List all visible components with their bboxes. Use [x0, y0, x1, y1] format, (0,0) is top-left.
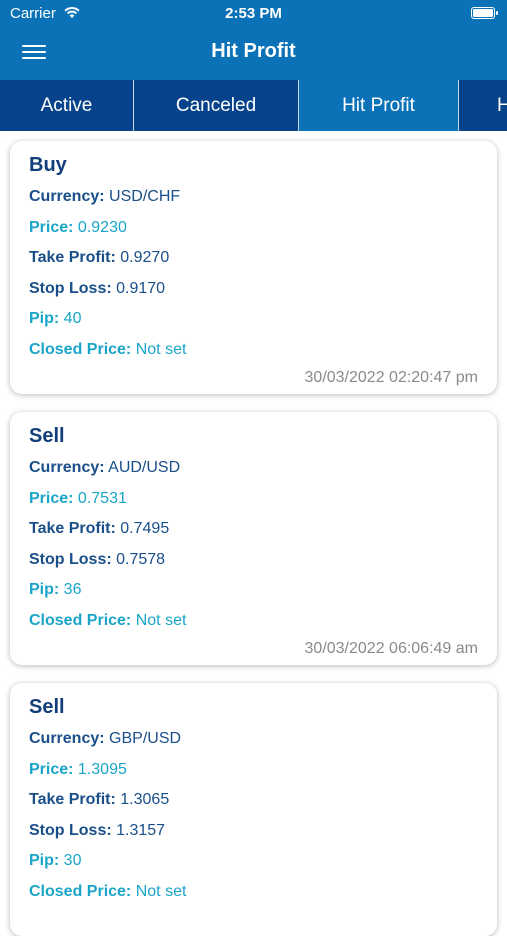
battery-icon: [471, 7, 498, 19]
tab-canceled[interactable]: Canceled: [134, 80, 299, 131]
price-label: Price:: [29, 490, 74, 507]
order-type: Buy: [29, 154, 67, 176]
order-datetime: 30/03/2022 06:06:49 am: [304, 640, 478, 657]
closed-price-value: Not set: [135, 612, 187, 629]
stop-loss-row: Stop Loss: 0.7578: [29, 551, 165, 569]
tab-active[interactable]: Active: [0, 80, 134, 131]
pip-value: 36: [63, 581, 82, 598]
take-profit-row: Take Profit: 1.3065: [29, 791, 169, 809]
stop-loss-value: 1.3157: [116, 822, 166, 839]
currency-value: AUD/USD: [108, 459, 181, 476]
price-value: 1.3095: [77, 761, 127, 778]
stop-loss-label: Stop Loss:: [29, 822, 112, 839]
take-profit-label: Take Profit:: [29, 520, 116, 537]
pip-label: Pip:: [29, 581, 60, 598]
closed-price-row: Closed Price: Not set: [29, 341, 186, 359]
closed-price-value: Not set: [135, 341, 187, 358]
currency-label: Currency:: [29, 730, 105, 747]
price-row: Price: 0.7531: [29, 490, 127, 508]
order-datetime: 30/03/2022 02:20:47 pm: [304, 369, 478, 386]
pip-label: Pip:: [29, 310, 60, 327]
price-row: Price: 1.3095: [29, 761, 127, 779]
price-label: Price:: [29, 761, 74, 778]
take-profit-row: Take Profit: 0.7495: [29, 520, 169, 538]
order-type: Sell: [29, 425, 65, 447]
pip-row: Pip: 30: [29, 852, 81, 870]
pip-row: Pip: 40: [29, 310, 81, 328]
closed-price-value: Not set: [135, 883, 187, 900]
price-label: Price:: [29, 219, 74, 236]
tab-bar: Active Canceled Hit Profit H: [0, 80, 507, 131]
closed-price-row: Closed Price: Not set: [29, 612, 186, 630]
currency-label: Currency:: [29, 188, 105, 205]
take-profit-value: 1.3065: [120, 791, 170, 808]
stop-loss-value: 0.9170: [116, 280, 166, 297]
closed-price-label: Closed Price:: [29, 612, 132, 629]
take-profit-value: 0.7495: [120, 520, 170, 537]
currency-row: Currency: USD/CHF: [29, 188, 180, 206]
stop-loss-label: Stop Loss:: [29, 551, 112, 568]
currency-value: GBP/USD: [109, 730, 182, 747]
order-card[interactable]: Buy Currency: USD/CHF Price: 0.9230 Take…: [10, 141, 497, 394]
currency-value: USD/CHF: [109, 188, 181, 205]
pip-value: 40: [63, 310, 82, 327]
tab-hit-profit[interactable]: Hit Profit: [299, 80, 459, 131]
pip-value: 30: [63, 852, 82, 869]
stop-loss-row: Stop Loss: 0.9170: [29, 280, 165, 298]
stop-loss-row: Stop Loss: 1.3157: [29, 822, 165, 840]
order-type: Sell: [29, 696, 65, 718]
take-profit-label: Take Profit:: [29, 249, 116, 266]
order-card[interactable]: Sell Currency: AUD/USD Price: 0.7531 Tak…: [10, 412, 497, 665]
pip-label: Pip:: [29, 852, 60, 869]
take-profit-row: Take Profit: 0.9270: [29, 249, 169, 267]
currency-label: Currency:: [29, 459, 105, 476]
currency-row: Currency: AUD/USD: [29, 459, 180, 477]
tab-partial[interactable]: H: [459, 80, 507, 131]
status-bar: Carrier 2:53 PM: [0, 0, 507, 28]
navigation-bar: Carrier 2:53 PM Hit Profit: [0, 0, 507, 80]
closed-price-row: Closed Price: Not set: [29, 883, 186, 901]
price-value: 0.7531: [77, 490, 127, 507]
price-value: 0.9230: [77, 219, 127, 236]
stop-loss-value: 0.7578: [116, 551, 166, 568]
take-profit-label: Take Profit:: [29, 791, 116, 808]
currency-row: Currency: GBP/USD: [29, 730, 181, 748]
order-card[interactable]: Sell Currency: GBP/USD Price: 1.3095 Tak…: [10, 683, 497, 936]
price-row: Price: 0.9230: [29, 219, 127, 237]
take-profit-value: 0.9270: [120, 249, 170, 266]
page-title: Hit Profit: [211, 40, 296, 62]
closed-price-label: Closed Price:: [29, 883, 132, 900]
stop-loss-label: Stop Loss:: [29, 280, 112, 297]
pip-row: Pip: 36: [29, 581, 81, 599]
status-time: 2:53 PM: [225, 5, 282, 22]
closed-price-label: Closed Price:: [29, 341, 132, 358]
